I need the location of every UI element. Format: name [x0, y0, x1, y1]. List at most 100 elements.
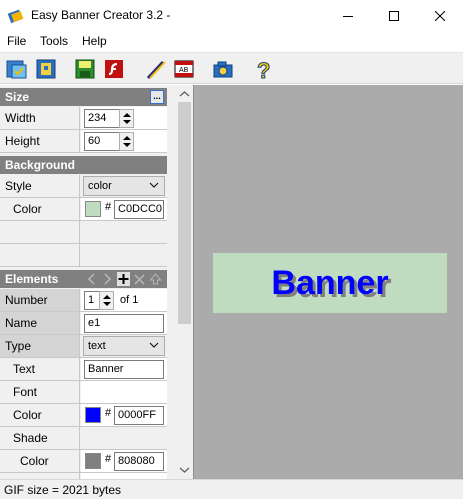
save-button[interactable] — [73, 57, 97, 81]
shade-color-label: Color — [0, 450, 80, 472]
shade-color-input[interactable]: 808080 — [114, 452, 164, 471]
name-input[interactable]: e1 — [84, 314, 164, 333]
help-button[interactable]: ? — [252, 57, 276, 81]
toolbar: AB ? — [0, 52, 463, 84]
effects-button[interactable] — [144, 57, 168, 81]
chevron-down-icon — [149, 342, 159, 348]
close-button[interactable] — [417, 0, 463, 31]
banner-preview[interactable]: Banner — [213, 253, 447, 313]
size-options-button[interactable]: ... — [150, 90, 164, 104]
title-bar: Easy Banner Creator 3.2 - — [0, 0, 463, 31]
maximize-button[interactable] — [371, 0, 417, 31]
shade-row: Shade — [0, 427, 167, 450]
font-row: Font — [0, 381, 167, 404]
name-row: Name e1 — [0, 312, 167, 335]
text-color-swatch[interactable] — [85, 407, 101, 423]
delete-element-icon[interactable] — [133, 272, 146, 286]
close-icon — [435, 10, 445, 21]
window-title: Easy Banner Creator 3.2 - — [31, 8, 171, 22]
hash-label: # — [105, 407, 112, 419]
background-header-label: Background — [5, 158, 76, 172]
svg-text:?: ? — [257, 58, 270, 80]
save-image-icon — [36, 59, 56, 79]
size-section-header: Size ... — [0, 88, 167, 106]
shade-color-row: Color # 808080 — [0, 450, 167, 473]
type-select[interactable]: text — [83, 336, 165, 356]
save-icon — [75, 59, 95, 79]
text-row: Text Banner — [0, 358, 167, 381]
move-up-icon[interactable] — [149, 272, 162, 286]
text-label: Text — [0, 358, 80, 380]
wand-icon — [146, 60, 166, 80]
menu-help[interactable]: Help — [82, 34, 107, 48]
animation-button[interactable]: AB — [172, 57, 196, 81]
preview-button[interactable] — [212, 57, 236, 81]
width-input[interactable]: 234 — [84, 109, 120, 128]
prev-element-icon[interactable] — [85, 272, 98, 286]
camera-icon — [213, 61, 233, 78]
help-icon: ? — [257, 58, 271, 80]
type-select-value: text — [88, 340, 106, 352]
minimize-icon — [343, 15, 353, 17]
next-element-icon[interactable] — [101, 272, 114, 286]
scrollbar-thumb[interactable] — [178, 102, 191, 324]
scroll-up-icon[interactable] — [176, 87, 193, 101]
height-input[interactable]: 60 — [84, 132, 120, 151]
width-spinner[interactable] — [119, 109, 134, 128]
font-label: Font — [0, 381, 80, 403]
shade-label: Shade — [0, 427, 80, 449]
maximize-icon — [389, 10, 399, 21]
elements-section-header: Elements — [0, 270, 167, 288]
number-row: Number 1 of 1 — [0, 289, 167, 312]
flash-icon — [105, 60, 123, 78]
size-options-label: ... — [153, 91, 161, 101]
chevron-down-icon — [149, 182, 159, 188]
type-label: Type — [0, 335, 80, 357]
width-row: Width 234 — [0, 107, 167, 130]
open-button[interactable] — [5, 57, 29, 81]
text-color-input[interactable]: 0000FF — [114, 406, 164, 425]
style-label: Style — [0, 175, 80, 197]
style-select[interactable]: color — [83, 176, 165, 196]
text-color-row: Color # 0000FF — [0, 404, 167, 427]
height-spinner[interactable] — [119, 132, 134, 151]
banner-canvas-area: Banner — [193, 85, 463, 479]
menu-bar: File Tools Help — [0, 31, 463, 51]
style-select-value: color — [88, 180, 112, 192]
name-label: Name — [0, 312, 80, 334]
size-header-label: Size — [5, 90, 30, 104]
text-color-label: Color — [0, 404, 80, 426]
gif-size-status: GIF size = 2021 bytes — [4, 483, 122, 497]
scroll-down-icon[interactable] — [176, 463, 193, 477]
bg-color-input[interactable]: C0DCC0 — [114, 200, 164, 219]
hash-label: # — [105, 201, 112, 213]
menu-tools[interactable]: Tools — [40, 34, 68, 48]
bg-color-row: Color # C0DCC0 — [0, 198, 167, 221]
width-label: Width — [0, 107, 80, 129]
text-input[interactable]: Banner — [84, 360, 164, 379]
background-section-header: Background — [0, 156, 167, 174]
number-input[interactable]: 1 — [84, 291, 100, 310]
height-row: Height 60 — [0, 130, 167, 153]
shade-color-swatch[interactable] — [85, 453, 101, 469]
add-element-icon[interactable] — [117, 272, 130, 286]
svg-text:AB: AB — [179, 67, 189, 74]
number-label: Number — [0, 289, 80, 311]
font-value[interactable] — [81, 381, 167, 403]
bg-color-label: Color — [0, 198, 80, 220]
bg-color-swatch[interactable] — [85, 201, 101, 217]
empty-row — [0, 244, 167, 267]
hash-label: # — [105, 453, 112, 465]
height-label: Height — [0, 130, 80, 152]
menu-file[interactable]: File — [7, 34, 26, 48]
banner-text: Banner — [271, 263, 389, 302]
properties-scrollbar[interactable] — [176, 85, 193, 479]
save-image-button[interactable] — [34, 57, 58, 81]
elements-header-label: Elements — [5, 272, 59, 286]
minimize-button[interactable] — [325, 0, 371, 31]
status-bar: GIF size = 2021 bytes — [0, 479, 463, 499]
flash-export-button[interactable] — [102, 57, 126, 81]
number-spinner[interactable] — [99, 291, 114, 310]
style-row: Style color — [0, 175, 167, 198]
animation-icon: AB — [174, 60, 194, 78]
